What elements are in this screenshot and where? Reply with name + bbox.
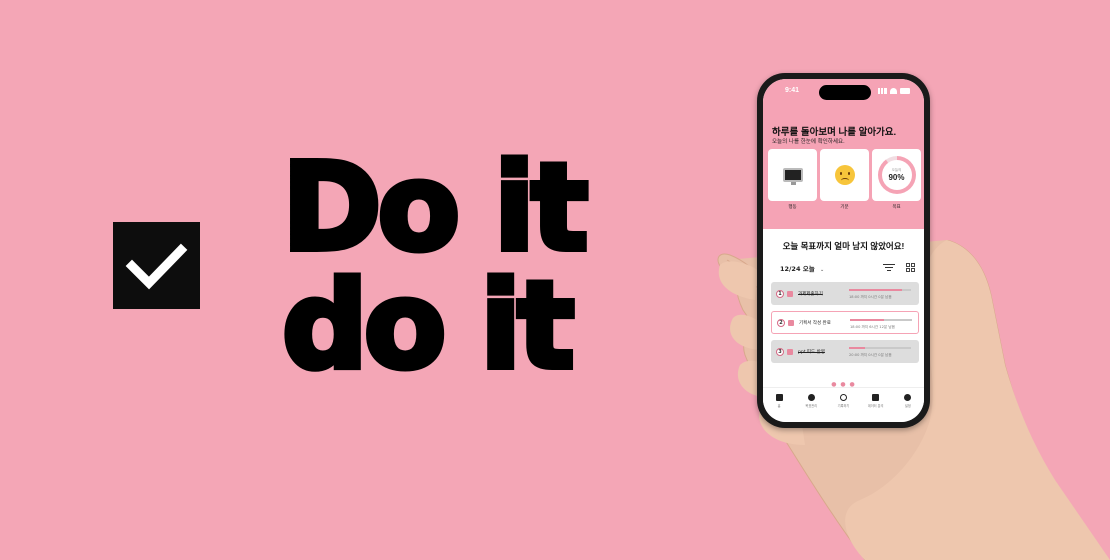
target-icon [807,394,815,401]
tab-bar: 홈 목표관리 기록하기 데이터 분석 설정 [763,387,924,422]
task-item[interactable]: 3 ppt 피드 반영 20:00 까지 0시간 0분 남음 [771,340,919,363]
task-number: 1 [776,289,784,298]
tab-home[interactable]: 홈 [765,394,793,422]
tab-label: 데이터 분석 [867,404,884,408]
monitor-icon [782,168,803,185]
goal-value: 90% [888,173,905,182]
task-name: ppt 피드 반영 [798,349,825,355]
sad-face-icon [834,165,855,185]
card-label: 목표 [892,205,901,210]
task-list: 1 과제제출하기 18:00 까지 0시간 0분 남음 2 기획서 작성 완료 … [771,282,919,369]
task-time: 18:00 까지 6시간 12분 남음 [850,325,895,329]
tab-settings[interactable]: 설정 [894,394,922,422]
tab-record[interactable]: 기록하기 [829,394,857,422]
phone-screen: 9:41 하루를 돌아보며 나를 알아가요. 오늘의 나를 한눈에 확인하세요.… [763,79,924,422]
task-checkbox[interactable] [787,348,793,355]
status-time: 9:41 [785,87,800,94]
filter-icon[interactable] [883,264,895,272]
date-label: 12/24 오늘 [780,265,815,273]
task-name: 과제제출하기 [798,291,823,297]
tab-label: 설정 [904,404,911,408]
card-activity[interactable]: 행동 [768,149,817,210]
checkmark-icon [125,243,188,290]
tab-label: 홈 [777,404,781,408]
task-progress-bar [849,289,911,291]
tab-label: 기록하기 [837,404,850,408]
task-checkbox[interactable] [788,319,794,326]
card-label: 기분 [840,205,849,210]
card-mood[interactable]: 기분 [820,149,869,210]
headline-line-2: do it [279,257,578,396]
task-number: 2 [777,318,785,327]
card-goal[interactable]: 오늘의 90% 목표 [872,149,921,210]
section-title: 오늘 목표까지 얼마 남지 않았어요! [782,241,905,251]
grid-view-icon[interactable] [906,263,915,272]
task-progress-bar [850,319,912,321]
plus-circle-icon [839,394,847,401]
tab-label: 목표관리 [805,404,818,408]
dynamic-island [819,85,871,100]
card-label: 행동 [788,205,797,210]
task-time: 20:00 까지 0시간 0분 남음 [849,353,892,357]
tab-analytics[interactable]: 데이터 분석 [862,394,890,422]
summary-header: 9:41 하루를 돌아보며 나를 알아가요. 오늘의 나를 한눈에 확인하세요.… [763,79,924,229]
chevron-down-icon: ⌄ [819,267,825,273]
battery-icon [900,87,910,94]
task-checkbox[interactable] [787,290,793,297]
phone-mockup: 9:41 하루를 돌아보며 나를 알아가요. 오늘의 나를 한눈에 확인하세요.… [757,73,930,428]
bar-chart-icon [872,394,880,401]
tab-goals[interactable]: 목표관리 [797,394,825,422]
headline-line-1: Do it [279,139,591,278]
checkbox-logo [113,222,200,309]
task-number: 3 [776,347,784,356]
task-item[interactable]: 1 과제제출하기 18:00 까지 0시간 0분 남음 [771,282,919,305]
task-item[interactable]: 2 기획서 작성 완료 18:00 까지 6시간 12분 남음 [771,311,919,334]
headline: Do it do it [279,139,622,396]
goal-progress-ring: 오늘의 90% [877,156,916,194]
home-icon [775,394,783,401]
signal-icon [878,87,887,94]
header-title: 하루를 돌아보며 나를 알아가요. [772,127,897,138]
header-subtitle: 오늘의 나를 한눈에 확인하세요. [772,139,845,145]
task-time: 18:00 까지 0시간 0분 남음 [849,295,892,299]
task-name: 기획서 작성 완료 [799,320,831,326]
summary-cards: 행동 기분 오늘의 90% 목표 [768,149,921,210]
settings-icon [904,394,912,401]
task-progress-bar [849,347,911,349]
wifi-icon [890,87,897,94]
date-selector[interactable]: 12/24 오늘 ⌄ [780,263,824,273]
